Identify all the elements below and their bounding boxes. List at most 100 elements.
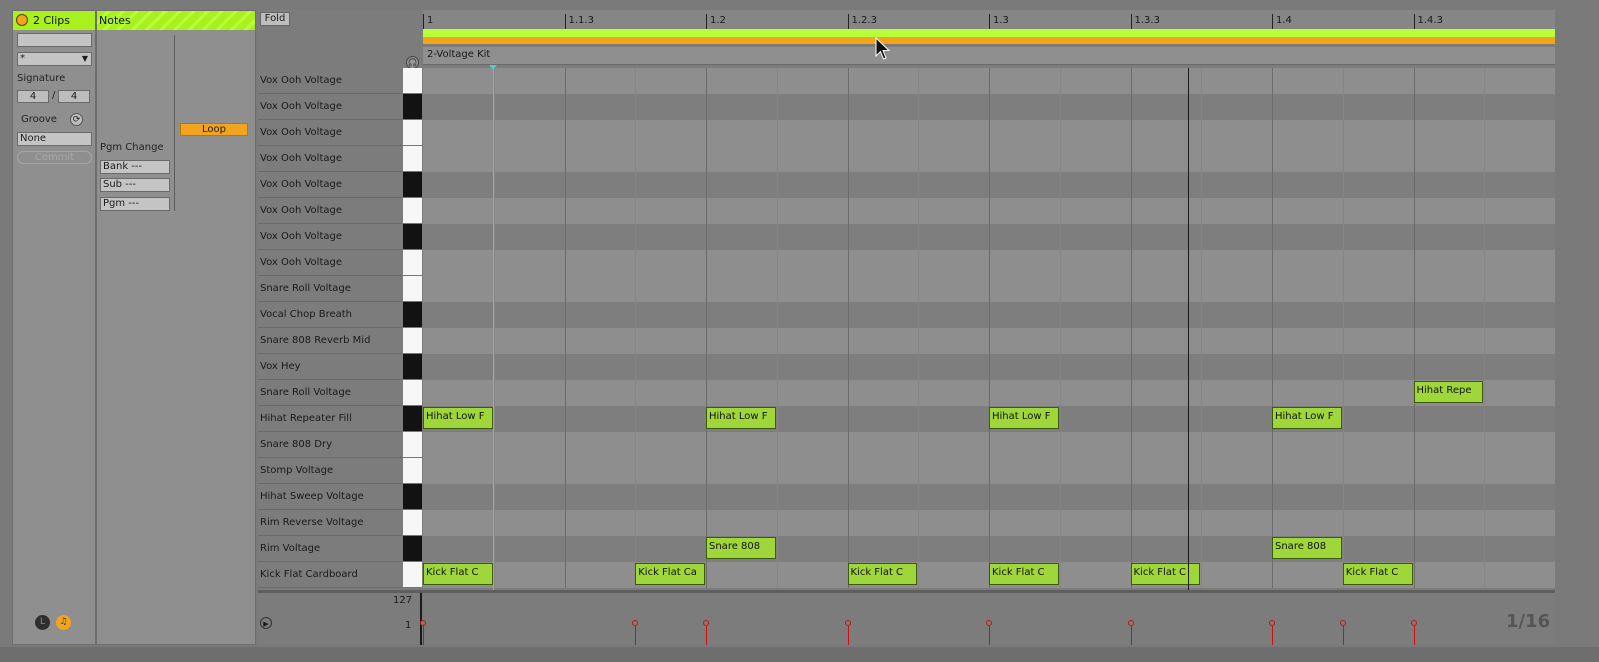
ruler-tick [989, 14, 990, 29]
piano-key[interactable] [403, 432, 422, 458]
velocity-handle[interactable] [1127, 620, 1134, 626]
velocity-handle[interactable] [844, 620, 851, 626]
loop-button[interactable]: Loop [180, 123, 248, 136]
midi-note[interactable]: Kick Flat C [1130, 563, 1201, 585]
piano-key[interactable] [403, 172, 422, 198]
piano-key[interactable] [403, 484, 422, 510]
velocity-stem [423, 626, 424, 645]
velocity-handle[interactable] [986, 620, 992, 626]
piano-key[interactable] [403, 68, 422, 94]
row-name[interactable]: Snare 808 Reverb Mid [258, 328, 402, 354]
midi-note[interactable]: Snare 808 [706, 537, 776, 559]
piano-key[interactable] [403, 536, 422, 562]
launch-box-toggle[interactable]: L [35, 615, 50, 630]
velocity-markers [420, 593, 1555, 645]
row-name[interactable]: Snare Roll Voltage [258, 276, 402, 302]
midi-note[interactable]: Hihat Repe [1413, 381, 1484, 403]
row-name[interactable]: Vox Ooh Voltage [258, 120, 402, 146]
piano-key[interactable] [403, 458, 422, 484]
sub-field[interactable]: Sub --- [100, 178, 170, 192]
play-preview-icon[interactable]: ▶ [260, 617, 272, 629]
midi-note[interactable]: Snare 808 [1272, 537, 1342, 559]
row-name[interactable]: Hihat Repeater Fill [258, 406, 402, 432]
row-name[interactable]: Kick Flat Cardboard [258, 562, 402, 588]
row-name[interactable]: Rim Reverse Voltage [258, 510, 402, 536]
midi-note[interactable]: Hihat Low F [423, 407, 493, 429]
row-name[interactable]: Vox Ooh Voltage [258, 68, 402, 94]
velocity-handle[interactable] [703, 620, 709, 626]
pgm-field[interactable]: Pgm --- [100, 197, 170, 211]
velocity-stem [706, 626, 707, 645]
piano-key[interactable] [403, 562, 422, 588]
clip-activator-icon[interactable] [16, 14, 28, 26]
row-name[interactable]: Vox Ooh Voltage [258, 224, 402, 250]
piano-key[interactable] [403, 354, 422, 380]
row-name[interactable]: Vox Hey [258, 354, 402, 380]
row-name[interactable]: Vox Ooh Voltage [258, 198, 402, 224]
piano-key[interactable] [403, 302, 422, 328]
midi-note[interactable]: Hihat Low F [989, 407, 1059, 429]
midi-note[interactable]: Kick Flat C [423, 563, 493, 585]
ruler-tick [1130, 14, 1132, 29]
ruler-tick [1413, 14, 1415, 29]
ruler-label: 1.3.3 [1134, 15, 1160, 26]
fold-button[interactable]: Fold [260, 12, 290, 26]
row-name[interactable]: Rim Voltage [258, 536, 402, 562]
commit-button[interactable]: Commit [17, 151, 92, 164]
insert-marker-line [493, 68, 494, 645]
row-name[interactable]: Stomp Voltage [258, 458, 402, 484]
row-name[interactable]: Vox Ooh Voltage [258, 250, 402, 276]
groove-hot-swap-icon[interactable]: ⟳ [70, 113, 83, 126]
start-end-marker-bar[interactable] [423, 37, 1555, 44]
groove-dropdown[interactable]: None [17, 132, 92, 146]
clip-name-field[interactable] [17, 33, 92, 47]
midi-note[interactable]: Kick Flat Ca [635, 563, 705, 585]
clip-count-label: 2 Clips [33, 14, 71, 27]
piano-key[interactable] [403, 146, 422, 172]
velocity-stem [1413, 626, 1415, 645]
ruler-label: 1.2 [710, 15, 726, 26]
piano-key[interactable] [403, 224, 422, 250]
notes-box-toggle[interactable]: ♫ [56, 615, 71, 630]
velocity-handle[interactable] [632, 620, 639, 626]
piano-key[interactable] [403, 94, 422, 120]
row-name[interactable]: Vox Ooh Voltage [258, 172, 402, 198]
piano-key[interactable] [403, 406, 422, 432]
row-name[interactable]: Snare 808 Dry [258, 432, 402, 458]
signature-numerator[interactable]: 4 [17, 90, 49, 103]
beat-time-ruler[interactable]: 1 1.1.3 1.2 1.2.3 1.3 1.3.3 1.4 1.4.3 [423, 10, 1555, 29]
clip-color-dropdown[interactable]: * ▼ [17, 52, 92, 66]
piano-key[interactable] [403, 120, 422, 146]
velocity-handle[interactable] [1410, 620, 1417, 626]
piano-key[interactable] [403, 328, 422, 354]
signature-separator: / [52, 90, 56, 101]
row-name[interactable]: Vocal Chop Breath [258, 302, 402, 328]
midi-note[interactable]: Kick Flat C [847, 563, 918, 585]
insert-marker-icon [489, 65, 497, 70]
bank-field[interactable]: Bank --- [100, 160, 170, 174]
grid-resolution-label[interactable]: 1/16 [1506, 611, 1550, 632]
row-name[interactable]: Vox Ooh Voltage [258, 94, 402, 120]
velocity-stem [1272, 626, 1273, 645]
piano-key[interactable] [403, 276, 422, 302]
loop-brace[interactable] [423, 29, 1555, 37]
velocity-handle[interactable] [1269, 620, 1275, 626]
velocity-axis [420, 593, 422, 645]
piano-key[interactable] [403, 510, 422, 536]
piano-key[interactable] [403, 198, 422, 224]
midi-note[interactable]: Hihat Low F [1272, 407, 1342, 429]
row-name[interactable]: Hihat Sweep Voltage [258, 484, 402, 510]
piano-key[interactable] [403, 250, 422, 276]
velocity-min-label: 1 [405, 620, 412, 631]
velocity-handle[interactable] [1339, 620, 1346, 626]
velocity-handle[interactable] [420, 620, 426, 626]
row-name[interactable]: Vox Ooh Voltage [258, 146, 402, 172]
midi-note[interactable]: Kick Flat C [1342, 563, 1413, 585]
velocity-stem [989, 626, 990, 645]
piano-key[interactable] [403, 380, 422, 406]
midi-note[interactable]: Kick Flat C [989, 563, 1059, 585]
clip-name-label: 2-Voltage Kit [427, 49, 491, 60]
signature-denominator[interactable]: 4 [58, 90, 90, 103]
row-name[interactable]: Snare Roll Voltage [258, 380, 402, 406]
midi-note[interactable]: Hihat Low F [706, 407, 776, 429]
